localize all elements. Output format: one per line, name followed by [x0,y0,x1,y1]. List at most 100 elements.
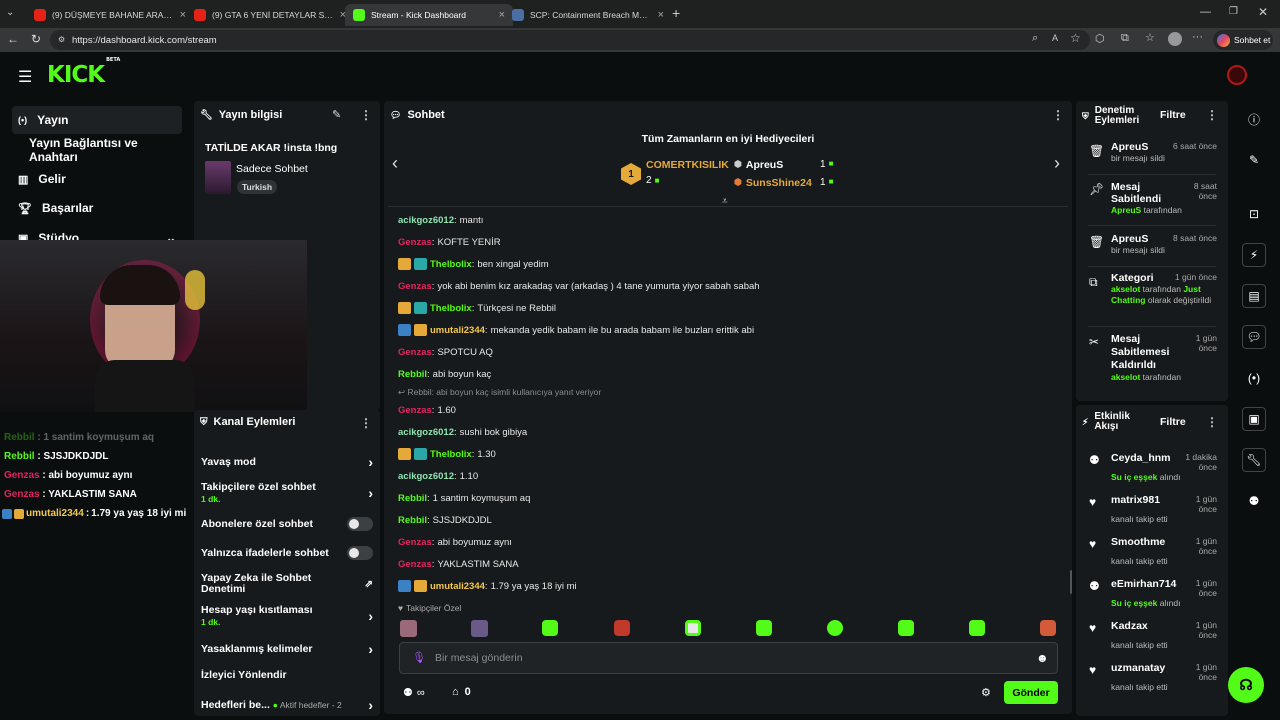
pencil-icon[interactable]: ✎ [1242,148,1266,172]
broadcast-icon[interactable]: (•) [1242,366,1266,390]
extensions-icon[interactable]: ⬡ [1095,32,1105,45]
chat-username[interactable]: Thelbolix [430,303,472,314]
collections-icon[interactable]: ☆ [1145,31,1155,44]
document-icon[interactable]: ▤ [1242,284,1266,308]
chat-username[interactable]: umutali2344 [430,325,485,336]
chat-message[interactable]: acikgoz6012: mantı [398,213,483,227]
chat-icon[interactable]: 💬︎ [1242,325,1266,349]
chat-message[interactable]: Genzas: yok abi benim kız arakadaş var (a… [398,279,760,293]
chat-username[interactable]: Genzas [398,559,432,570]
video-icon[interactable]: ▣ [1242,407,1266,431]
chat-message[interactable]: Rebbil: SJSJDKDJDL [398,513,492,527]
site-info-icon[interactable]: ⚙ [58,35,65,44]
nav-item-stream[interactable]: (•) Yayın [12,106,182,134]
emote-10[interactable] [1040,620,1056,636]
account-age-action[interactable]: Hesap yaşı kısıtlaması 1 dk. › [201,604,373,628]
chat-message[interactable]: Rebbil: abi boyun kaç [398,367,491,381]
emote-6[interactable] [756,620,772,636]
chat-scrollbar[interactable] [1070,570,1072,594]
chevron-left-icon[interactable]: ‹ [392,153,398,174]
edit-icon[interactable]: ✎ [332,108,341,121]
zoom-icon[interactable]: ⌕ [1032,32,1038,45]
copilot-button[interactable]: Sohbet et [1213,30,1273,50]
nav-item-achievements[interactable]: 🏆︎ Başarılar [12,194,182,222]
emote-5[interactable] [685,620,701,636]
browser-tab-4[interactable]: SCP: Containment Breach Multipla × [504,4,672,26]
chat-message[interactable]: Genzas: KOFTE YENİR [398,235,501,249]
chat-username[interactable]: Rebbil [398,515,427,526]
more-icon[interactable]: ⋮ [360,108,372,122]
close-icon[interactable]: × [658,9,664,21]
browser-tab-3[interactable]: Stream - Kick Dashboard × [345,4,513,26]
emotes-only-toggle[interactable] [347,546,373,560]
chat-username[interactable]: Genzas [398,237,432,248]
chat-username[interactable]: umutali2344 [430,581,485,592]
users-icon[interactable]: ⚉ [1242,489,1266,513]
chat-message[interactable]: Genzas: YAKLASTIM SANA [398,557,519,571]
chat-message[interactable]: umutali2344: mekanda yedik babam ile bu a… [398,323,754,337]
more-icon[interactable]: ⋮ [360,416,372,430]
chat-username[interactable]: Thelbolix [430,449,472,460]
reload-icon[interactable]: ↻ [31,32,41,46]
activity-user[interactable]: Kadzax [1111,620,1148,640]
chat-username[interactable]: Genzas [398,405,432,416]
goals-action[interactable]: Hedefleri be... ● Aktif hedefler - 2 › [201,697,373,713]
emoji-icon[interactable]: ☻ [1036,651,1049,665]
chat-message[interactable]: Thelbolix:1.30 [398,447,496,461]
chat-username[interactable]: Rebbil [398,369,427,380]
followers-only-action[interactable]: Takipçilere özel sohbet 1 dk. › [201,481,373,505]
emote-4[interactable] [614,620,630,636]
emote-2[interactable] [471,620,488,637]
wrench-icon[interactable]: 🔧︎ [1242,448,1266,472]
emote-9[interactable] [969,620,985,636]
chat-username[interactable]: acikgoz6012 [398,471,454,482]
slow-mode-action[interactable]: Yavaş mod › [201,454,373,470]
chat-message[interactable]: umutali2344:1.79 ya yaş 18 iyi mi [398,579,577,593]
emote-1[interactable] [400,620,417,637]
browser-tab-2[interactable]: (9) GTA 6 YENİ DETAYLAR SIZDI! Y× [186,4,354,26]
chat-username[interactable]: Genzas [398,347,432,358]
chevron-right-icon[interactable]: › [1054,153,1060,174]
chat-username[interactable]: Thelbolix [430,259,472,270]
chat-message[interactable]: acikgoz6012:1.10 [398,469,478,483]
chat-message[interactable]: Thelbolix: ben xingal yedim [398,257,549,271]
chat-username[interactable]: Rebbil [398,493,427,504]
chat-username[interactable]: Genzas [398,281,432,292]
host-action[interactable]: İzleyici Yönlendir [201,669,373,681]
close-window-icon[interactable]: ✕ [1258,5,1268,19]
chat-username[interactable]: acikgoz6012 [398,427,454,438]
activity-user[interactable]: matrix981 [1111,494,1160,514]
chat-message[interactable]: Genzas:1.60 [398,403,456,417]
emote-7[interactable] [827,620,843,636]
banned-words-action[interactable]: Yasaklanmış kelimeler › [201,641,373,657]
minimize-icon[interactable]: — [1200,6,1211,18]
favorite-icon[interactable]: ☆ [1070,31,1081,45]
split-screen-icon[interactable]: ⧉ [1121,32,1129,45]
chat-message[interactable]: acikgoz6012: sushi bok gibiya [398,425,527,439]
activity-user[interactable]: eEmirhan714 [1111,578,1176,598]
chat-message[interactable]: Thelbolix: Türkçesi ne Rebbil [398,301,556,315]
chat-message[interactable]: Genzas: abi boyumuz aynı [398,535,512,549]
focus-icon[interactable]: ⊡ [1242,202,1266,226]
points-counter[interactable]: ⌂ 0 [452,686,471,698]
support-headset-icon[interactable]: ☊ [1228,667,1264,703]
user-avatar[interactable] [1227,65,1247,85]
send-button[interactable]: Gönder [1004,681,1058,704]
maximize-icon[interactable]: ❐ [1229,6,1238,17]
nav-item-stream-key[interactable]: Yayın Bağlantısı ve Anahtarı [12,136,182,164]
subscribers-only-toggle[interactable] [347,517,373,531]
activity-user[interactable]: Smoothme [1111,536,1165,556]
chat-message[interactable]: Genzas: SPOTCU AQ [398,345,493,359]
hamburger-menu-icon[interactable]: ☰ [18,67,32,87]
read-aloud-icon[interactable]: A [1052,33,1058,43]
chat-username[interactable]: acikgoz6012 [398,215,454,226]
more-icon[interactable]: ⋮ [1052,108,1064,122]
back-icon[interactable]: ← [7,32,19,46]
emote-8[interactable] [898,620,914,636]
url-field[interactable]: https://dashboard.kick.com/stream [50,30,1090,50]
chat-username[interactable]: Genzas [398,537,432,548]
more-icon[interactable]: ⋮ [1206,108,1218,122]
chat-message[interactable]: Rebbil:1 santim koymuşum aq [398,491,530,505]
chat-settings-icon[interactable]: ⚙ [981,686,991,699]
info-icon[interactable]: ⓘ [1242,107,1266,131]
